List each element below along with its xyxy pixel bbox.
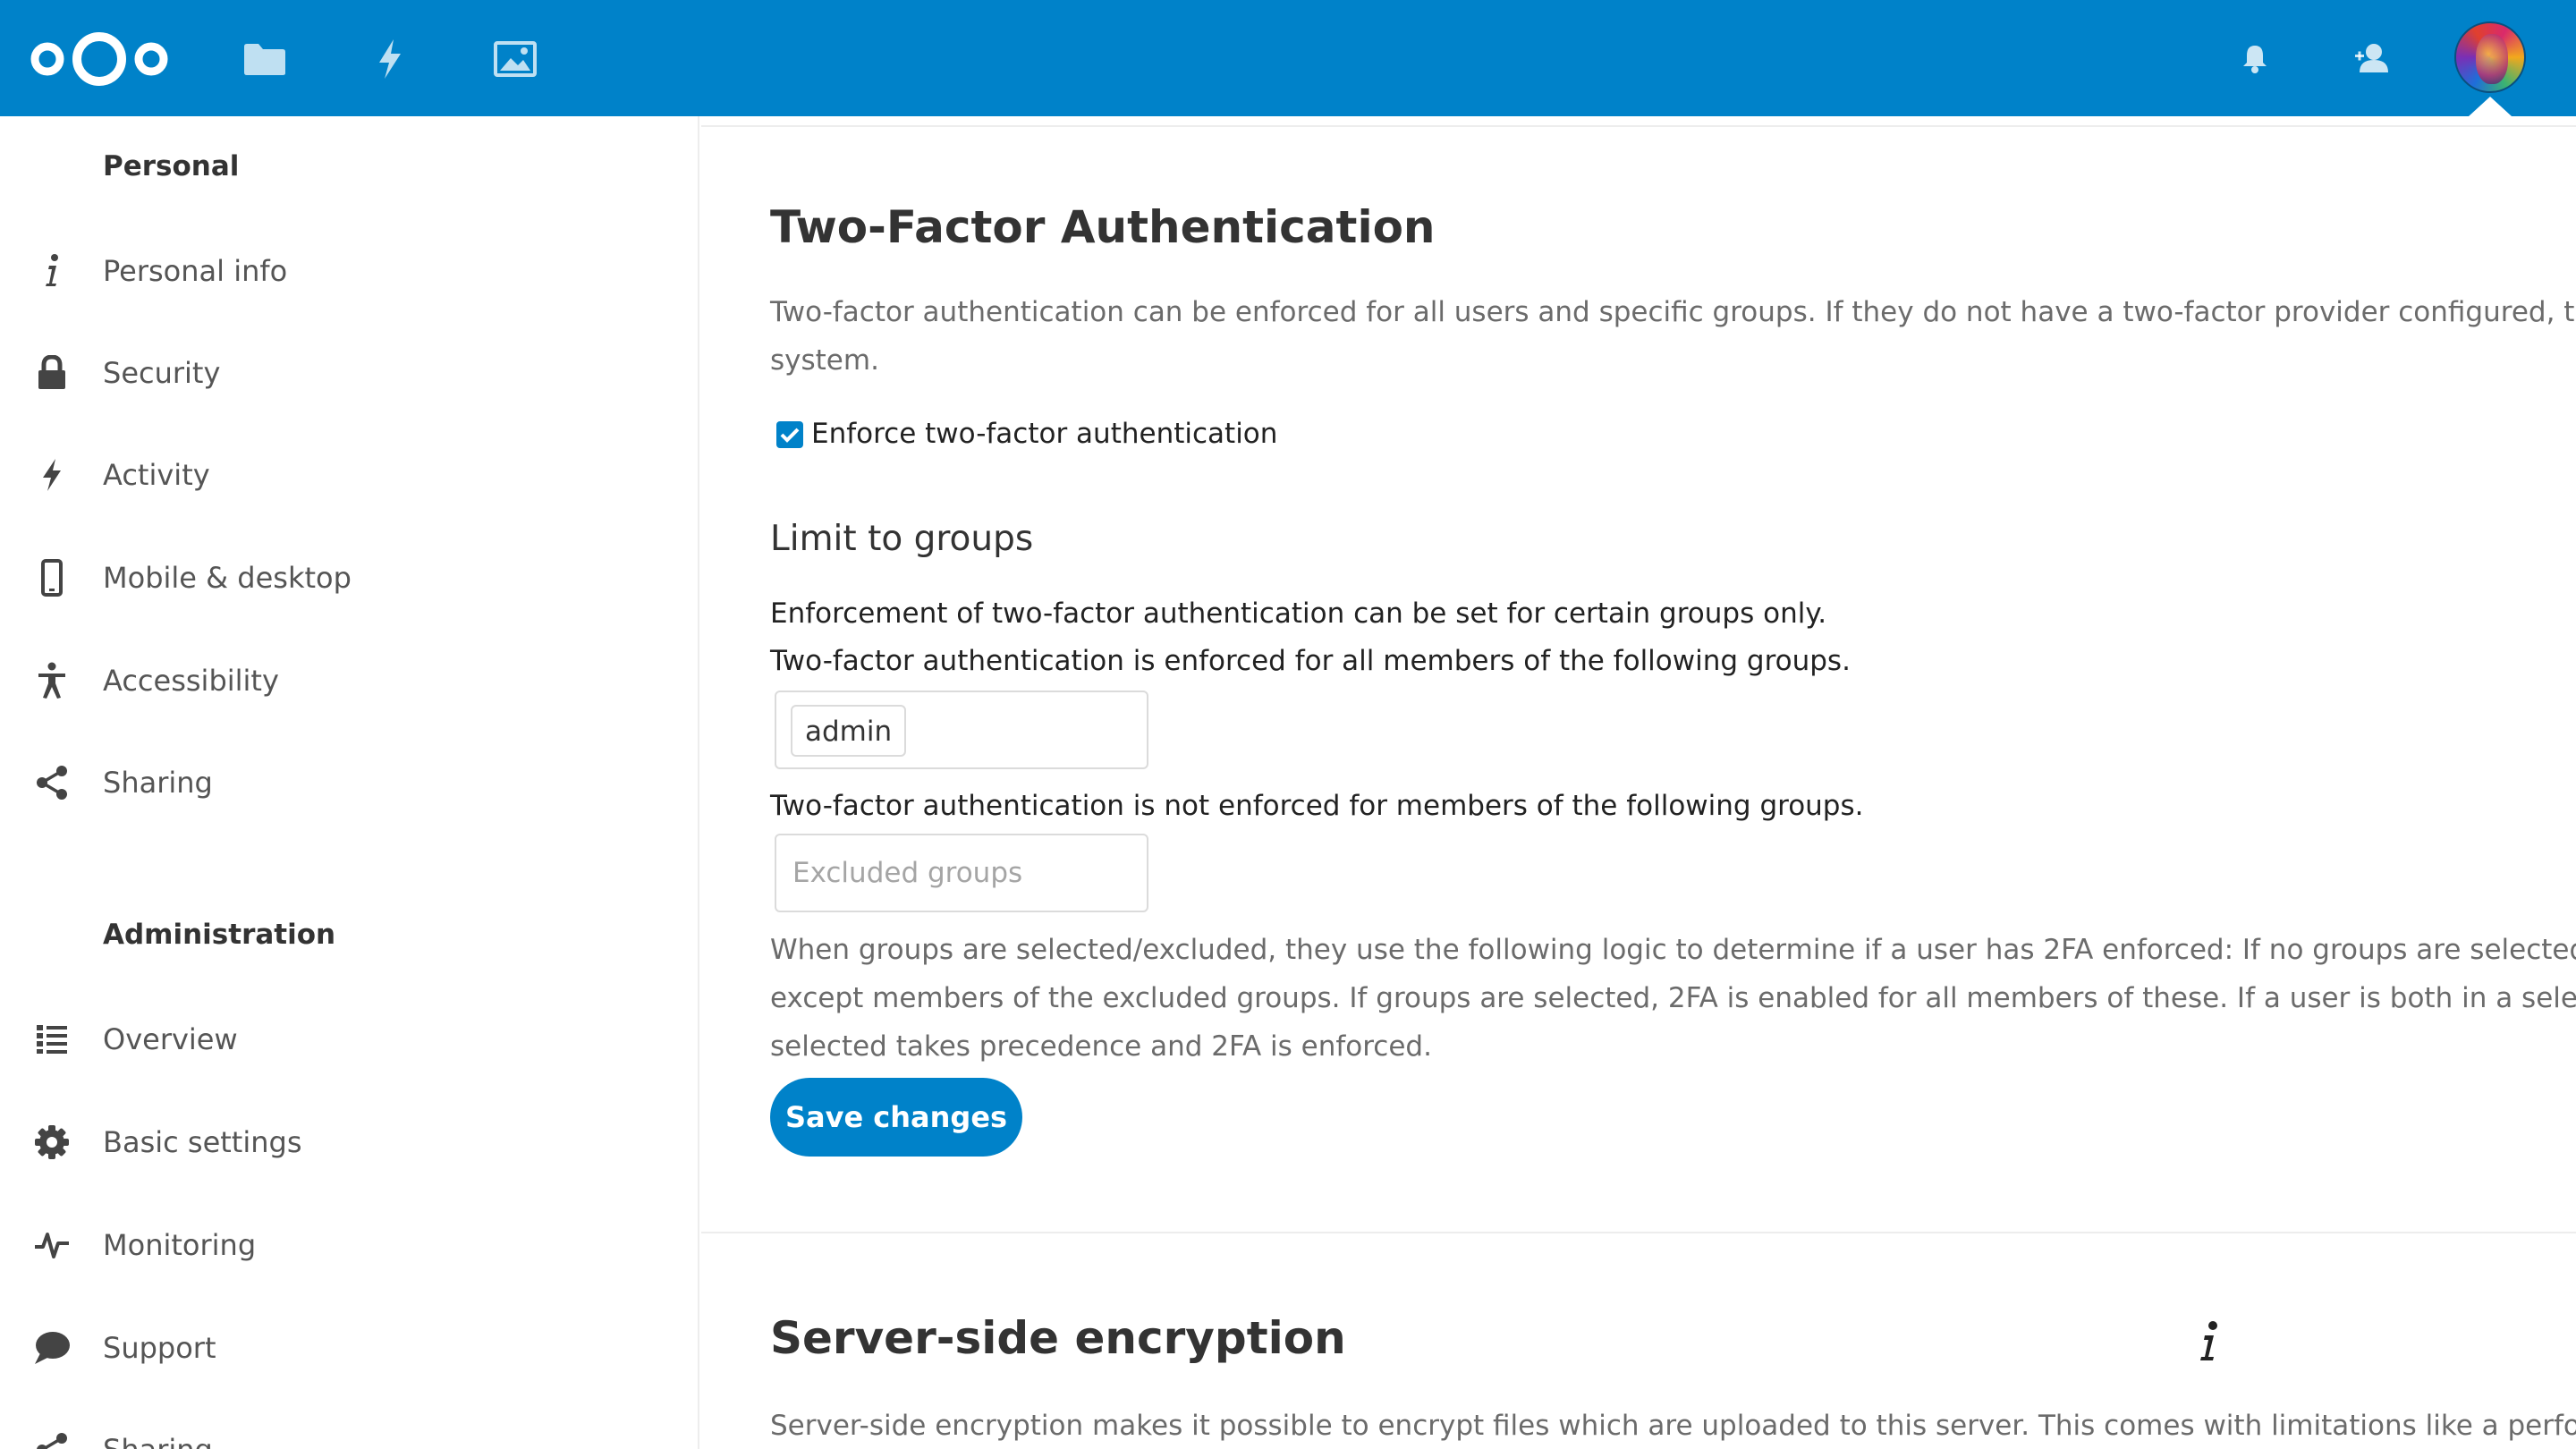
excluded-groups-input[interactable]: Excluded groups (775, 834, 1148, 912)
excluded-groups-description: Two-factor authentication is not enforce… (770, 790, 1864, 822)
info-icon[interactable] (2190, 1313, 2225, 1367)
sidebar-item-label: Overview (103, 1022, 238, 1056)
accessibility-icon (32, 661, 72, 700)
two-factor-description-line: system. (770, 344, 879, 377)
settings-content: Two-Factor Authentication Two-factor aut… (701, 116, 2576, 1449)
two-factor-title: Two-Factor Authentication (770, 201, 1436, 253)
sidebar-item-label: Security (103, 356, 221, 390)
divider (701, 1232, 2576, 1233)
lock-icon (32, 353, 72, 393)
sidebar-item-label: Personal info (103, 254, 288, 288)
sidebar-item-label: Accessibility (103, 664, 279, 698)
gallery-icon[interactable] (490, 34, 540, 84)
personal-caption: Personal (103, 150, 240, 182)
sidebar-item-overview[interactable]: Overview (0, 990, 698, 1089)
sidebar-item-activity[interactable]: Activity (0, 426, 698, 524)
menu-caret (2469, 97, 2512, 116)
enforced-groups-input[interactable]: admin (775, 691, 1148, 769)
contacts-icon[interactable] (2350, 36, 2394, 80)
sidebar-item-label: Sharing (103, 766, 213, 800)
group-logic-description-line: selected takes precedence and 2FA is enf… (770, 1030, 1432, 1063)
gear-icon (32, 1123, 72, 1162)
limit-groups-description: Enforcement of two-factor authentication… (770, 597, 1827, 630)
server-side-encryption-title: Server-side encryption (770, 1312, 1346, 1364)
encryption-description: Server-side encryption makes it possible… (770, 1410, 2576, 1442)
pulse-icon (32, 1225, 72, 1265)
sidebar-item-security[interactable]: Security (0, 324, 698, 422)
share-icon (32, 1430, 72, 1449)
sidebar-item-sharing[interactable]: Sharing (0, 733, 698, 832)
enforced-groups-description: Two-factor authentication is enforced fo… (770, 645, 1851, 677)
sidebar-item-label: Activity (103, 458, 210, 492)
list-icon (32, 1020, 72, 1059)
nextcloud-logo[interactable] (27, 27, 172, 91)
group-logic-description-line: When groups are selected/excluded, they … (770, 934, 2576, 966)
enforce-2fa-label[interactable]: Enforce two-factor authentication (811, 418, 1277, 450)
enforce-2fa-checkbox[interactable] (776, 421, 803, 448)
sidebar-item-mobile-desktop[interactable]: Mobile & desktop (0, 529, 698, 627)
sidebar-item-label: Monitoring (103, 1228, 257, 1262)
divider (701, 125, 2576, 127)
phone-icon (32, 558, 72, 597)
save-changes-button[interactable]: Save changes (770, 1078, 1022, 1157)
limit-groups-title: Limit to groups (770, 519, 1034, 559)
files-icon[interactable] (240, 34, 290, 84)
user-avatar[interactable] (2454, 21, 2526, 93)
excluded-groups-placeholder: Excluded groups (792, 857, 1023, 889)
settings-sidebar: Personal Personal info Security Activity… (0, 116, 699, 1449)
speech-bubble-icon (32, 1328, 72, 1368)
two-factor-description-line: Two-factor authentication can be enforce… (770, 296, 2576, 328)
sidebar-item-accessibility[interactable]: Accessibility (0, 631, 698, 730)
sidebar-item-label: Sharing (103, 1433, 213, 1449)
lightning-icon (32, 455, 72, 495)
top-header (0, 0, 2576, 116)
sidebar-item-label: Support (103, 1331, 216, 1365)
sidebar-item-label: Mobile & desktop (103, 561, 352, 595)
sidebar-item-monitoring[interactable]: Monitoring (0, 1196, 698, 1294)
sidebar-item-support[interactable]: Support (0, 1299, 698, 1397)
share-icon (32, 763, 72, 802)
sidebar-item-basic-settings[interactable]: Basic settings (0, 1093, 698, 1191)
administration-caption: Administration (103, 919, 336, 951)
sidebar-item-label: Basic settings (103, 1125, 302, 1159)
activity-icon[interactable] (365, 34, 415, 84)
group-chip[interactable]: admin (791, 705, 907, 757)
sidebar-item-personal-info[interactable]: Personal info (0, 222, 698, 320)
notifications-icon[interactable] (2233, 36, 2277, 80)
info-icon (32, 251, 72, 291)
sidebar-item-sharing-admin[interactable]: Sharing (0, 1401, 698, 1449)
group-logic-description-line: except members of the excluded groups. I… (770, 982, 2576, 1014)
